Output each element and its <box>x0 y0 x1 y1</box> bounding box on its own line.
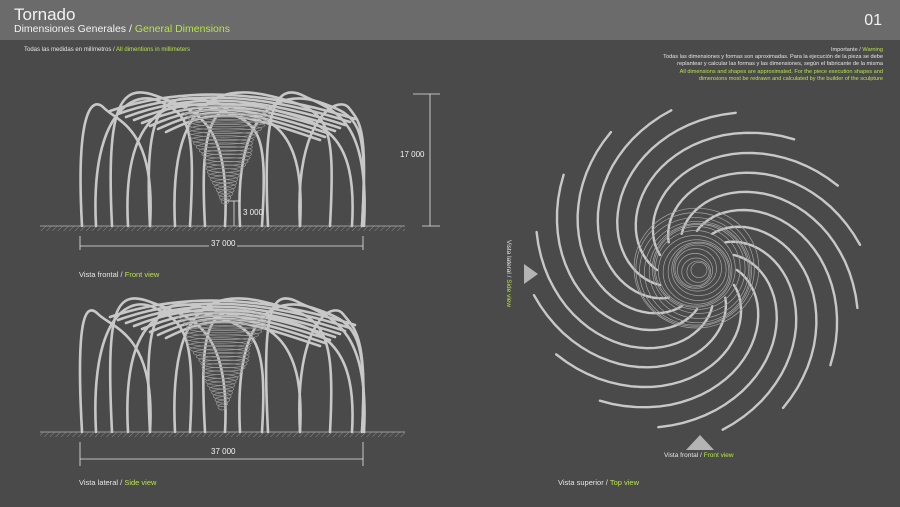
tornado-ring <box>690 261 708 279</box>
side-arrow-label-en: Side view <box>505 279 512 308</box>
tornado-ring <box>681 257 711 286</box>
top-view-label-es: Vista superior <box>558 478 604 487</box>
side-structure <box>78 297 366 434</box>
front-view-arrow-icon <box>686 435 714 450</box>
side-width-dimension: 37 000 <box>209 447 238 456</box>
side-arrow-label-es: Vista lateral <box>505 240 512 274</box>
side-view-label: Vista lateral / Side view <box>79 478 156 487</box>
front-view-label: Vista frontal / Front view <box>79 270 159 279</box>
tornado-ring <box>673 244 722 292</box>
front-arrow-label: Vista frontal / Front view <box>664 452 734 459</box>
top-spiral-arms <box>532 109 862 431</box>
clearance-dimension: 3 000 <box>243 208 264 217</box>
front-structure <box>79 91 366 228</box>
structure-arch <box>78 309 152 434</box>
front-arrow-label-en: Front view <box>703 452 734 459</box>
side-view-label-es: Vista lateral <box>79 478 119 487</box>
front-ground-hatch <box>40 226 405 231</box>
front-view-label-es: Vista frontal <box>79 270 119 279</box>
spiral-arm <box>535 230 714 350</box>
top-view-label: Vista superior / Top view <box>558 478 639 487</box>
front-width-dimension: 37 000 <box>209 239 238 248</box>
side-view-label-en: Side view <box>124 478 157 487</box>
tornado-ring <box>639 217 752 326</box>
top-view-drawing <box>524 109 862 450</box>
tornado-ring <box>671 242 727 296</box>
top-view-label-en: Top view <box>609 478 640 487</box>
side-view-arrow-icon <box>524 264 538 284</box>
front-view-label-en: Front view <box>124 270 160 279</box>
drawings-canvas <box>40 91 862 466</box>
front-view-drawing <box>40 91 440 250</box>
front-arrow-label-es: Vista frontal <box>664 452 699 459</box>
tornado-ring <box>662 239 731 305</box>
side-view-drawing <box>40 297 405 466</box>
side-ground-hatch <box>40 432 405 437</box>
side-arrow-label: Vista lateral / Side view <box>505 240 512 307</box>
tornado-ring <box>651 224 746 314</box>
height-dimension: 17 000 <box>400 150 425 159</box>
tornado-ring <box>686 260 710 283</box>
